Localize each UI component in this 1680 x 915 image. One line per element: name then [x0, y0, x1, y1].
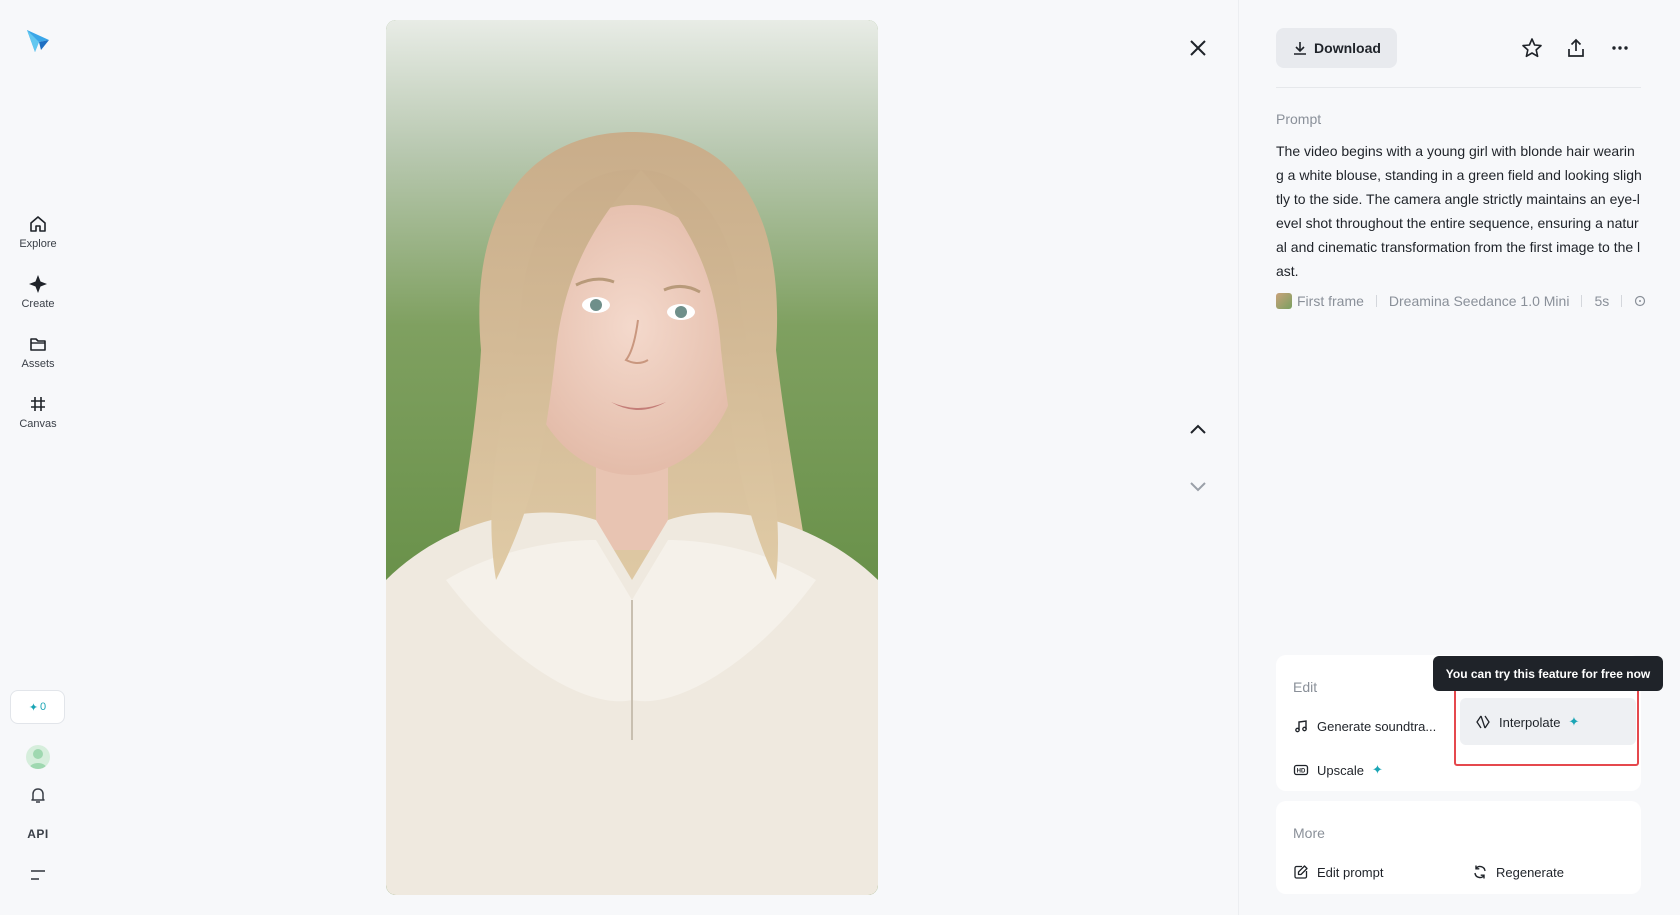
sidebar-item-create[interactable]: Create [0, 274, 76, 310]
edit-prompt-label: Edit prompt [1317, 864, 1384, 880]
refresh-icon [1474, 865, 1486, 879]
sidebar-item-label: Create [21, 298, 55, 310]
tooltip: You can try this feature for free now [1433, 656, 1663, 691]
more-title: More [1293, 825, 1325, 841]
credits-count: 0 [40, 701, 47, 713]
sidebar-item-label: Canvas [19, 418, 57, 430]
upscale-label: Upscale [1317, 762, 1364, 778]
home-icon [30, 216, 46, 232]
sidebar-item-label: Explore [19, 238, 57, 250]
close-icon[interactable] [1186, 36, 1210, 60]
sidebar-item-canvas[interactable]: Canvas [0, 394, 76, 430]
divider [1276, 87, 1641, 88]
download-label: Download [1314, 40, 1381, 56]
more-icon[interactable] [1608, 36, 1632, 60]
hd-icon: HD [1293, 764, 1309, 776]
model-name: Dreamina Seedance 1.0 Mini [1388, 293, 1570, 309]
sidebar-item-explore[interactable]: Explore [0, 214, 76, 250]
download-button[interactable]: Download [1276, 28, 1397, 68]
music-icon [1295, 720, 1307, 733]
share-icon[interactable] [1564, 36, 1588, 60]
interpolate-action[interactable]: Interpolate ✦ [1475, 714, 1579, 730]
sparkle-icon: ✦ [1568, 714, 1580, 729]
duration: 5s [1594, 293, 1610, 309]
generate-soundtrack-button[interactable]: Generate soundtra... [1293, 718, 1436, 734]
first-frame-thumbnail [1276, 293, 1292, 309]
download-icon [1294, 42, 1307, 55]
generation-meta: First frame Dreamina Seedance 1.0 Mini 5… [1276, 293, 1656, 309]
sidebar-item-label: Assets [21, 358, 55, 370]
star-icon[interactable] [1520, 36, 1544, 60]
folder-icon [30, 338, 46, 351]
sidebar-item-assets[interactable]: Assets [0, 334, 76, 370]
menu-icon[interactable] [29, 868, 47, 882]
generate-soundtrack-label: Generate soundtra... [1317, 718, 1437, 734]
prompt-text: The video begins with a young girl with … [1276, 143, 1642, 279]
prompt-label: Prompt [1276, 111, 1322, 127]
chevron-down-icon[interactable] [1186, 474, 1210, 498]
sparkle-icon: ✦ [1371, 762, 1383, 777]
upscale-button[interactable]: HD Upscale ✦ [1293, 762, 1383, 778]
edit-icon [1294, 865, 1308, 879]
interpolate-icon [1476, 715, 1490, 729]
svg-text:HD: HD [1297, 769, 1306, 775]
bell-icon[interactable] [28, 785, 48, 805]
user-icon [29, 749, 47, 769]
left-sidebar: Explore Create Assets Canvas ✦ 0 API [0, 0, 76, 915]
chevron-up-icon[interactable] [1186, 418, 1210, 442]
edit-prompt-button[interactable]: Edit prompt [1293, 864, 1383, 880]
diamond-icon [29, 275, 47, 293]
app-logo[interactable] [25, 28, 51, 54]
regenerate-label: Regenerate [1496, 864, 1564, 880]
edit-title: Edit [1293, 679, 1318, 695]
avatar[interactable] [26, 745, 50, 769]
regenerate-button[interactable]: Regenerate [1472, 864, 1564, 880]
canvas-icon [31, 397, 45, 411]
more-card: More Edit prompt Regenerate [1276, 801, 1641, 894]
video-preview[interactable] [386, 20, 878, 895]
panel-divider [1238, 0, 1239, 915]
api-link[interactable]: API [0, 827, 76, 841]
preview-image [386, 20, 878, 895]
first-frame-label[interactable]: First frame [1297, 293, 1364, 309]
credits-badge[interactable]: ✦ 0 [10, 690, 65, 724]
interpolate-label: Interpolate [1499, 714, 1561, 730]
info-icon[interactable] [1634, 295, 1646, 307]
sparkle-icon: ✦ [28, 701, 39, 714]
